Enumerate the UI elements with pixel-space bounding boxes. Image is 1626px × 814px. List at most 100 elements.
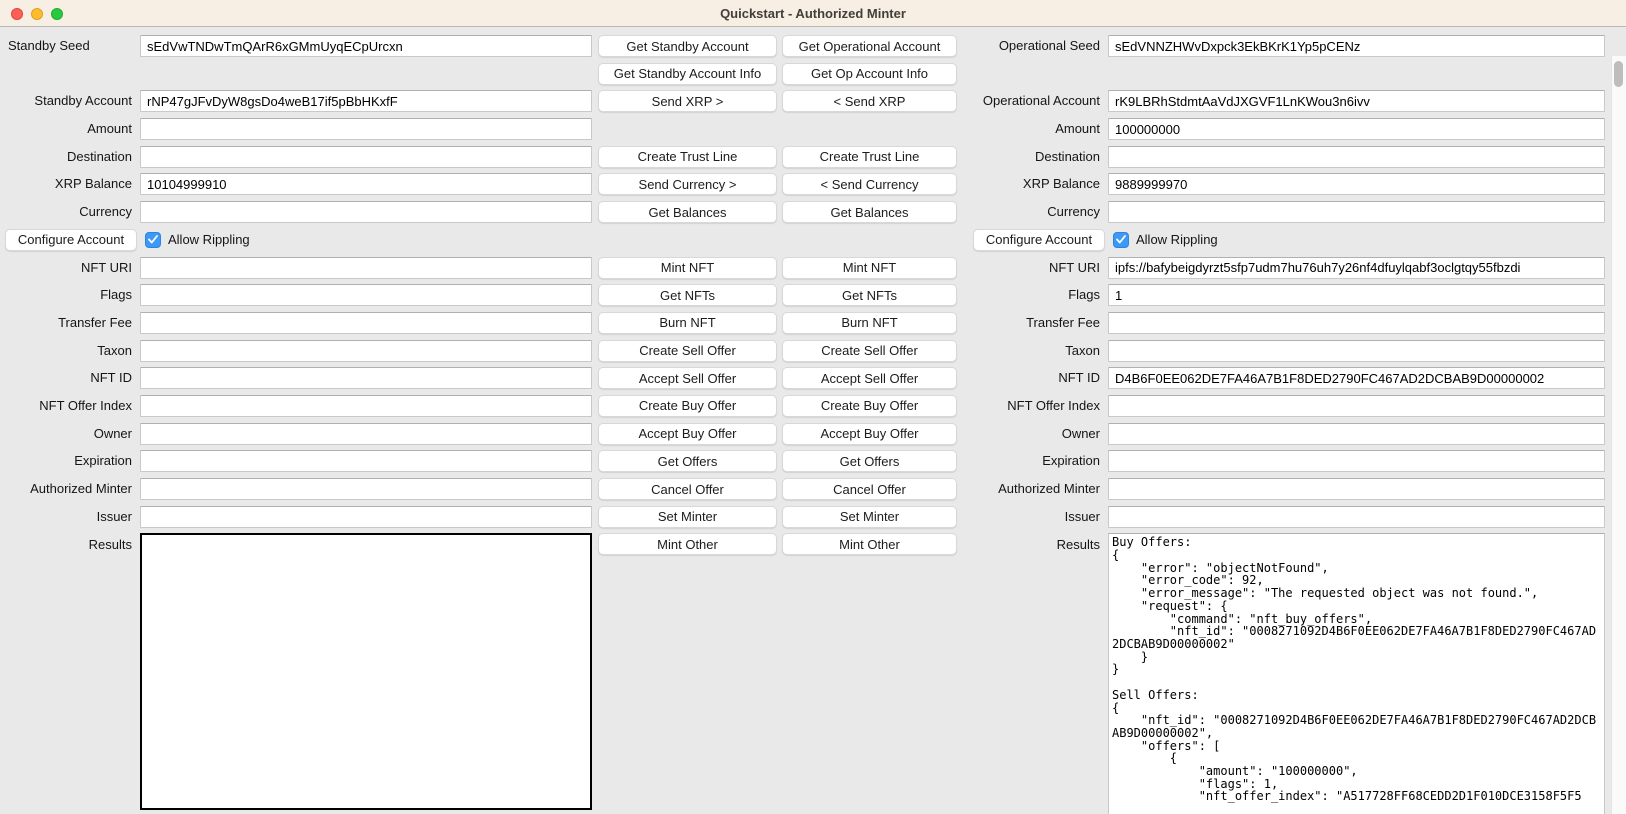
operational-allow-rippling-checkbox[interactable] [1113,232,1129,248]
standby-get-nfts-button[interactable]: Get NFTs [598,284,777,306]
get-standby-account-info-button[interactable]: Get Standby Account Info [598,63,777,85]
get-standby-account-button[interactable]: Get Standby Account [598,35,777,57]
standby-flags-label: Flags [0,284,140,306]
operational-cancel-offer-button[interactable]: Cancel Offer [782,478,957,500]
operational-transfer-fee-label: Transfer Fee [965,312,1108,334]
operational-burn-nft-button[interactable]: Burn NFT [782,312,957,334]
standby-owner-label: Owner [0,423,140,445]
operational-mint-other-button[interactable]: Mint Other [782,533,957,555]
standby-send-xrp-button[interactable]: Send XRP > [598,90,777,112]
operational-accept-sell-offer-button[interactable]: Accept Sell Offer [782,367,957,389]
operational-account-input[interactable] [1108,90,1605,112]
close-button[interactable] [11,8,23,20]
standby-expiration-label: Expiration [0,450,140,472]
standby-issuer-input[interactable] [140,506,592,528]
standby-seed-input[interactable] [140,35,592,57]
standby-destination-input[interactable] [140,146,592,168]
operational-get-nfts-button[interactable]: Get NFTs [782,284,957,306]
operational-destination-input[interactable] [1108,146,1605,168]
scrollbar-thumb[interactable] [1614,61,1623,87]
standby-nft-uri-input[interactable] [140,257,592,279]
standby-account-input[interactable] [140,90,592,112]
standby-account-label: Standby Account [0,90,140,112]
operational-nft-id-input[interactable] [1108,367,1605,389]
standby-currency-input[interactable] [140,201,592,223]
checkmark-icon [1116,235,1126,244]
window-titlebar: Quickstart - Authorized Minter [0,0,1626,27]
window-title: Quickstart - Authorized Minter [720,6,906,21]
operational-send-currency-button[interactable]: < Send Currency [782,173,957,195]
standby-flags-input[interactable] [140,284,592,306]
standby-mint-other-button[interactable]: Mint Other [598,533,777,555]
operational-get-offers-button[interactable]: Get Offers [782,450,957,472]
operational-owner-label: Owner [965,423,1108,445]
operational-set-minter-button[interactable]: Set Minter [782,506,957,528]
vertical-scrollbar[interactable] [1611,56,1626,814]
checkmark-icon [148,235,158,244]
standby-get-balances-button[interactable]: Get Balances [598,201,777,223]
operational-allow-rippling-label: Allow Rippling [1136,232,1218,247]
minimize-button[interactable] [31,8,43,20]
standby-create-sell-offer-button[interactable]: Create Sell Offer [598,340,777,362]
operational-create-sell-offer-button[interactable]: Create Sell Offer [782,340,957,362]
standby-expiration-input[interactable] [140,450,592,472]
operational-flags-input[interactable] [1108,284,1605,306]
operational-seed-input[interactable] [1108,35,1605,57]
standby-accept-buy-offer-button[interactable]: Accept Buy Offer [598,423,777,445]
operational-nft-uri-input[interactable] [1108,257,1605,279]
standby-create-buy-offer-button[interactable]: Create Buy Offer [598,395,777,417]
operational-currency-label: Currency [965,201,1108,223]
standby-create-trust-line-button[interactable]: Create Trust Line [598,146,777,168]
operational-authorized-minter-input[interactable] [1108,478,1605,500]
operational-xrp-balance-input[interactable] [1108,173,1605,195]
standby-set-minter-button[interactable]: Set Minter [598,506,777,528]
standby-xrp-balance-input[interactable] [140,173,592,195]
operational-accept-buy-offer-button[interactable]: Accept Buy Offer [782,423,957,445]
standby-send-currency-button[interactable]: Send Currency > [598,173,777,195]
operational-mint-nft-button[interactable]: Mint NFT [782,257,957,279]
standby-taxon-label: Taxon [0,340,140,362]
standby-mint-nft-button[interactable]: Mint NFT [598,257,777,279]
operational-nft-offer-index-input[interactable] [1108,395,1605,417]
standby-accept-sell-offer-button[interactable]: Accept Sell Offer [598,367,777,389]
operational-create-buy-offer-button[interactable]: Create Buy Offer [782,395,957,417]
standby-authorized-minter-label: Authorized Minter [0,478,140,500]
operational-currency-input[interactable] [1108,201,1605,223]
zoom-button[interactable] [51,8,63,20]
operational-send-xrp-button[interactable]: < Send XRP [782,90,957,112]
operational-configure-account-button[interactable]: Configure Account [973,229,1105,251]
standby-allow-rippling-checkbox[interactable] [145,232,161,248]
operational-taxon-input[interactable] [1108,340,1605,362]
standby-transfer-fee-label: Transfer Fee [0,312,140,334]
operational-taxon-label: Taxon [965,340,1108,362]
standby-taxon-input[interactable] [140,340,592,362]
get-operational-account-button[interactable]: Get Operational Account [782,35,957,57]
standby-authorized-minter-input[interactable] [140,478,592,500]
get-op-account-info-button[interactable]: Get Op Account Info [782,63,957,85]
operational-nft-uri-label: NFT URI [965,257,1108,279]
standby-panel: Standby Seed Standby Account Amount Dest… [0,35,592,810]
standby-burn-nft-button[interactable]: Burn NFT [598,312,777,334]
standby-cancel-offer-button[interactable]: Cancel Offer [598,478,777,500]
operational-owner-input[interactable] [1108,423,1605,445]
operational-issuer-input[interactable] [1108,506,1605,528]
spacer [598,118,957,140]
standby-nft-offer-index-input[interactable] [140,395,592,417]
operational-results-textarea[interactable]: Buy Offers: { "error": "objectNotFound",… [1108,533,1605,814]
standby-transfer-fee-input[interactable] [140,312,592,334]
standby-nft-id-input[interactable] [140,367,592,389]
standby-amount-input[interactable] [140,118,592,140]
operational-issuer-label: Issuer [965,506,1108,528]
operational-amount-input[interactable] [1108,118,1605,140]
standby-nft-id-label: NFT ID [0,367,140,389]
operational-get-balances-button[interactable]: Get Balances [782,201,957,223]
standby-get-offers-button[interactable]: Get Offers [598,450,777,472]
standby-results-textarea[interactable] [140,533,592,810]
operational-amount-label: Amount [965,118,1108,140]
standby-owner-input[interactable] [140,423,592,445]
operational-create-trust-line-button[interactable]: Create Trust Line [782,146,957,168]
operational-transfer-fee-input[interactable] [1108,312,1605,334]
operational-expiration-input[interactable] [1108,450,1605,472]
standby-currency-label: Currency [0,201,140,223]
standby-configure-account-button[interactable]: Configure Account [5,229,137,251]
